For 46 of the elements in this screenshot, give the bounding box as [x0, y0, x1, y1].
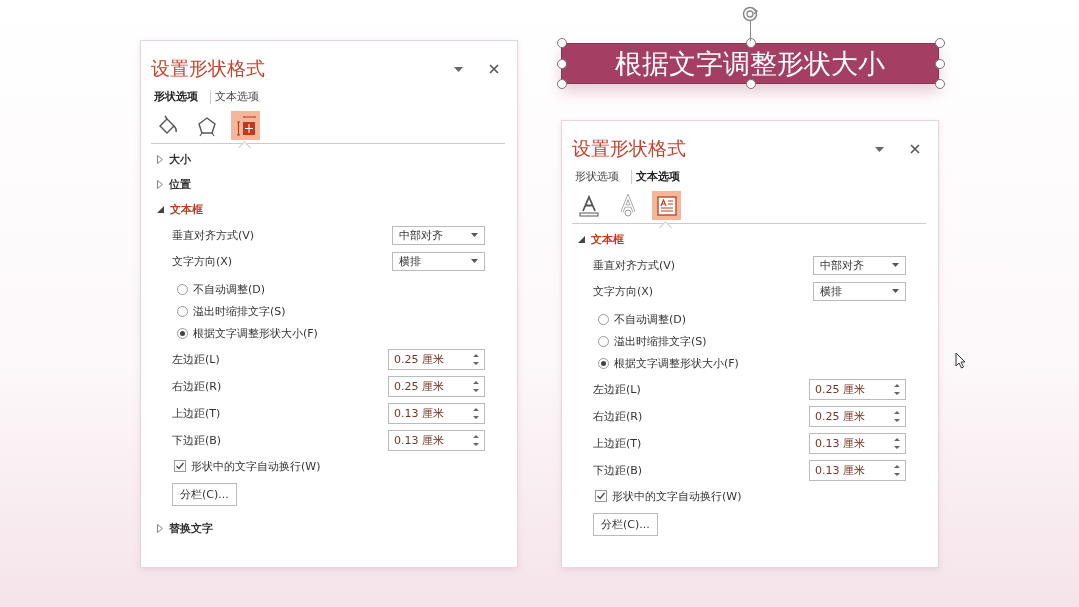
spin-field[interactable]: 0.25 厘米	[388, 376, 485, 397]
spin-field[interactable]: 0.13 厘米	[388, 403, 485, 424]
section-header[interactable]: 大小	[141, 152, 191, 167]
panel-title: 设置形状格式	[151, 56, 266, 81]
tab[interactable]: 文本选项	[636, 169, 684, 184]
field-label: 下边距(B)	[172, 433, 222, 448]
field-label: 文字方向(X)	[593, 283, 654, 299]
field-label: 右边距(R)	[172, 379, 222, 394]
spin-field[interactable]: 0.25 厘米	[809, 379, 906, 400]
section-header[interactable]: 文本框	[562, 232, 624, 247]
tab[interactable]: 文本选项	[215, 89, 263, 104]
spin-field[interactable]: 0.25 厘米	[809, 406, 906, 427]
columns-button[interactable]: 分栏(C)...	[593, 513, 658, 536]
field-label: 垂直对齐方式(V)	[593, 257, 676, 273]
field-label: 左边距(L)	[172, 352, 220, 367]
spin-field[interactable]: 0.13 厘米	[809, 460, 906, 481]
field-label: 左边距(L)	[593, 382, 641, 397]
radio-label: 不自动调整(D)	[193, 281, 266, 297]
section-header[interactable]: 位置	[141, 177, 191, 192]
section-header[interactable]: 替换文字	[141, 521, 213, 536]
dropdown[interactable]: 中部对齐	[813, 255, 906, 275]
dropdown[interactable]: 横排	[813, 281, 906, 301]
radio-label: 溢出时缩排文字(S)	[614, 333, 707, 349]
radio-label: 根据文字调整形状大小(F)	[614, 355, 739, 371]
dropdown[interactable]: 中部对齐	[392, 225, 485, 245]
tab[interactable]: 形状选项	[154, 89, 202, 104]
field-label: 文字方向(X)	[172, 253, 233, 269]
spin-field[interactable]: 0.13 厘米	[388, 430, 485, 451]
field-label: 右边距(R)	[593, 409, 643, 424]
field-label: 下边距(B)	[593, 463, 643, 478]
radio-label: 不自动调整(D)	[614, 311, 687, 327]
panel-title: 设置形状格式	[572, 136, 687, 161]
field-label: 上边距(T)	[172, 406, 221, 421]
radio-label: 溢出时缩排文字(S)	[193, 303, 286, 319]
section-header[interactable]: 文本框	[141, 202, 203, 217]
title-shape[interactable]: 根据文字调整形状大小	[561, 43, 939, 84]
field-label: 上边距(T)	[593, 436, 642, 451]
tab[interactable]: 形状选项	[575, 169, 623, 184]
spin-field[interactable]: 0.13 厘米	[809, 433, 906, 454]
field-label: 垂直对齐方式(V)	[172, 227, 255, 243]
checkbox-label: 形状中的文字自动换行(W)	[612, 488, 742, 504]
checkbox-label: 形状中的文字自动换行(W)	[191, 458, 321, 474]
dropdown[interactable]: 横排	[392, 251, 485, 271]
columns-button[interactable]: 分栏(C)...	[172, 483, 237, 506]
spin-field[interactable]: 0.25 厘米	[388, 349, 485, 370]
radio-label: 根据文字调整形状大小(F)	[193, 325, 318, 341]
